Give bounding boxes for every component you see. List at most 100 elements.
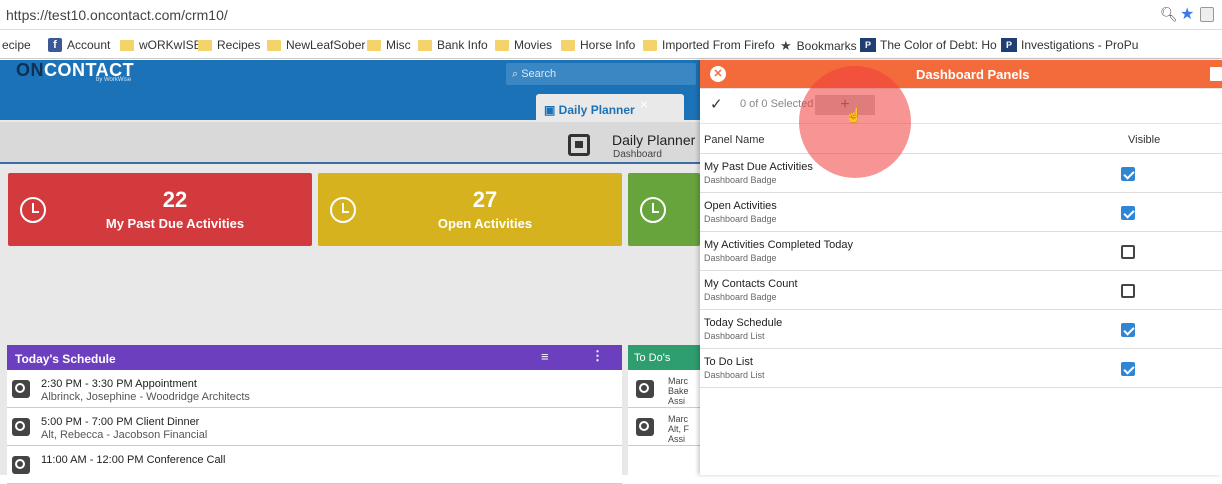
folder-icon [120, 39, 134, 51]
bookmark-folder[interactable]: Horse Info [561, 38, 635, 52]
column-panel-name[interactable]: Panel Name [704, 134, 765, 146]
badge-label: My Past Due Activities [105, 216, 245, 231]
calendar-icon: ▣ [544, 103, 559, 117]
clock-icon [640, 197, 666, 223]
list-item[interactable]: 2:30 PM - 3:30 PM Appointment Albrinck, … [7, 370, 622, 408]
todo-line: Marc [668, 376, 688, 386]
visible-checkbox[interactable] [1121, 167, 1135, 181]
propublica-icon: P [860, 38, 876, 52]
panel-type: Dashboard List [704, 370, 765, 380]
star-icon: ★ [780, 38, 792, 53]
bookmark-item[interactable]: ecipe [2, 38, 31, 52]
extension-icon[interactable] [1200, 7, 1214, 22]
panel-name: My Past Due Activities [704, 161, 813, 173]
search-input[interactable]: ⌕ Search [506, 63, 696, 85]
schedule-contact: Alt, Rebecca - Jacobson Financial [41, 429, 208, 441]
folder-icon [198, 39, 212, 51]
selection-count: 0 of 0 Selected [740, 98, 814, 110]
bookmark-item[interactable]: P Investigations - ProPu [1001, 38, 1138, 52]
folder-icon [267, 39, 281, 51]
visible-checkbox[interactable] [1121, 206, 1135, 220]
todo-header: To Do's [628, 345, 700, 370]
table-row[interactable]: My Activities Completed Today Dashboard … [700, 232, 1222, 271]
todo-line: Assi [668, 396, 686, 406]
close-icon[interactable]: ✕ [710, 66, 726, 82]
panel-name: Open Activities [704, 200, 777, 212]
list-item[interactable]: Marc Bake Assi [628, 370, 700, 408]
dashboard-icon [568, 134, 590, 156]
table-row[interactable]: My Past Due Activities Dashboard Badge [700, 154, 1222, 193]
bookmark-folder[interactable]: Movies [495, 38, 552, 52]
bookmark-folder[interactable]: NewLeafSober [267, 38, 365, 52]
visible-checkbox[interactable] [1121, 362, 1135, 376]
panel-name: My Contacts Count [704, 278, 798, 290]
clock-icon [636, 418, 654, 436]
tab-daily-planner[interactable]: ▣ Daily Planner × [536, 94, 684, 122]
folder-icon [418, 39, 432, 51]
column-visible[interactable]: Visible [1128, 134, 1160, 146]
drawer-toolbar: ✓ 0 of 0 Selected + [700, 88, 1222, 124]
folder-icon [643, 39, 657, 51]
search-icon: ⌕ [512, 68, 522, 80]
app-header: ONCONTACT by WorkWise ⌕ Search ▣ Daily P… [0, 60, 700, 122]
clock-icon [12, 380, 30, 398]
list-item[interactable]: 5:00 PM - 7:00 PM Client Dinner Alt, Reb… [7, 408, 622, 446]
visible-checkbox[interactable] [1121, 245, 1135, 259]
zoom-icon[interactable]: 🔍︎ [1160, 6, 1178, 23]
schedule-contact: Albrinck, Josephine - Woodridge Architec… [41, 391, 250, 403]
todo-line: Marc [668, 414, 688, 424]
bookmark-folder[interactable]: Recipes [198, 38, 260, 52]
bookmark-folder[interactable]: wORKwISE [120, 38, 202, 52]
table-header: Panel Name Visible [700, 124, 1222, 154]
folder-icon [495, 39, 509, 51]
clock-icon [12, 456, 30, 474]
facebook-icon: f [48, 38, 62, 52]
panel-name: To Do List [704, 356, 753, 368]
url-text[interactable]: https://test10.oncontact.com/crm10/ [6, 7, 228, 23]
drawer-header: ✕ Dashboard Panels [700, 60, 1222, 88]
hand-cursor-icon: ☝ [845, 107, 863, 123]
panel-name: Today Schedule [704, 317, 783, 329]
schedule-time: 2:30 PM - 3:30 PM Appointment [41, 378, 197, 390]
todo-line: Bake [668, 386, 689, 396]
panel-type: Dashboard Badge [704, 292, 777, 302]
list-item[interactable]: Marc Alt, F Assi [628, 408, 700, 446]
address-bar[interactable]: https://test10.oncontact.com/crm10/ 🔍︎ ★ [0, 0, 1222, 30]
badge-past-due[interactable]: 22 My Past Due Activities [8, 173, 312, 246]
schedule-header: Today's Schedule ≡ ⋮ [7, 345, 622, 370]
filter-icon[interactable]: ≡ [541, 349, 549, 364]
close-icon[interactable]: × [640, 96, 648, 112]
table-row[interactable]: Today Schedule Dashboard List [700, 310, 1222, 349]
bookmark-folder[interactable]: ★ Bookmarks [780, 38, 857, 54]
schedule-panel: Today's Schedule ≡ ⋮ 2:30 PM - 3:30 PM A… [7, 345, 622, 484]
panel-type: Dashboard Badge [704, 175, 777, 185]
table-row[interactable]: To Do List Dashboard List [700, 349, 1222, 388]
bookmark-item[interactable]: P The Color of Debt: Ho [860, 38, 997, 52]
bookmarks-bar: ecipe f Account wORKwISE Recipes NewLeafS… [0, 31, 1222, 59]
save-icon[interactable] [1210, 67, 1222, 81]
visible-checkbox[interactable] [1121, 323, 1135, 337]
visible-checkbox[interactable] [1121, 284, 1135, 298]
panel-type: Dashboard List [704, 331, 765, 341]
badge-value: 22 [162, 187, 188, 212]
table-row[interactable]: My Contacts Count Dashboard Badge [700, 271, 1222, 310]
bookmark-folder[interactable]: Misc [367, 38, 411, 52]
badge-open-activities[interactable]: 27 Open Activities [318, 173, 622, 246]
bookmark-star-icon[interactable]: ★ [1180, 4, 1194, 24]
bookmark-item[interactable]: f Account [48, 38, 110, 52]
drawer-title: Dashboard Panels [916, 67, 1030, 82]
badge-completed[interactable] [628, 173, 700, 246]
list-item[interactable]: 11:00 AM - 12:00 PM Conference Call [7, 446, 622, 484]
clock-icon [636, 380, 654, 398]
folder-icon [561, 39, 575, 51]
select-all-check-icon[interactable]: ✓ [710, 95, 723, 113]
page-subtitle: Dashboard [613, 149, 662, 160]
more-options-icon[interactable]: ⋮ [591, 348, 604, 364]
folder-icon [367, 39, 381, 51]
bookmark-folder[interactable]: Bank Info [418, 38, 488, 52]
table-row[interactable]: Open Activities Dashboard Badge [700, 193, 1222, 232]
app-area: ONCONTACT by WorkWise ⌕ Search ▣ Daily P… [0, 60, 1222, 484]
bookmark-folder[interactable]: Imported From Firefo [643, 38, 775, 52]
todo-line: Alt, F [668, 424, 690, 434]
propublica-icon: P [1001, 38, 1017, 52]
